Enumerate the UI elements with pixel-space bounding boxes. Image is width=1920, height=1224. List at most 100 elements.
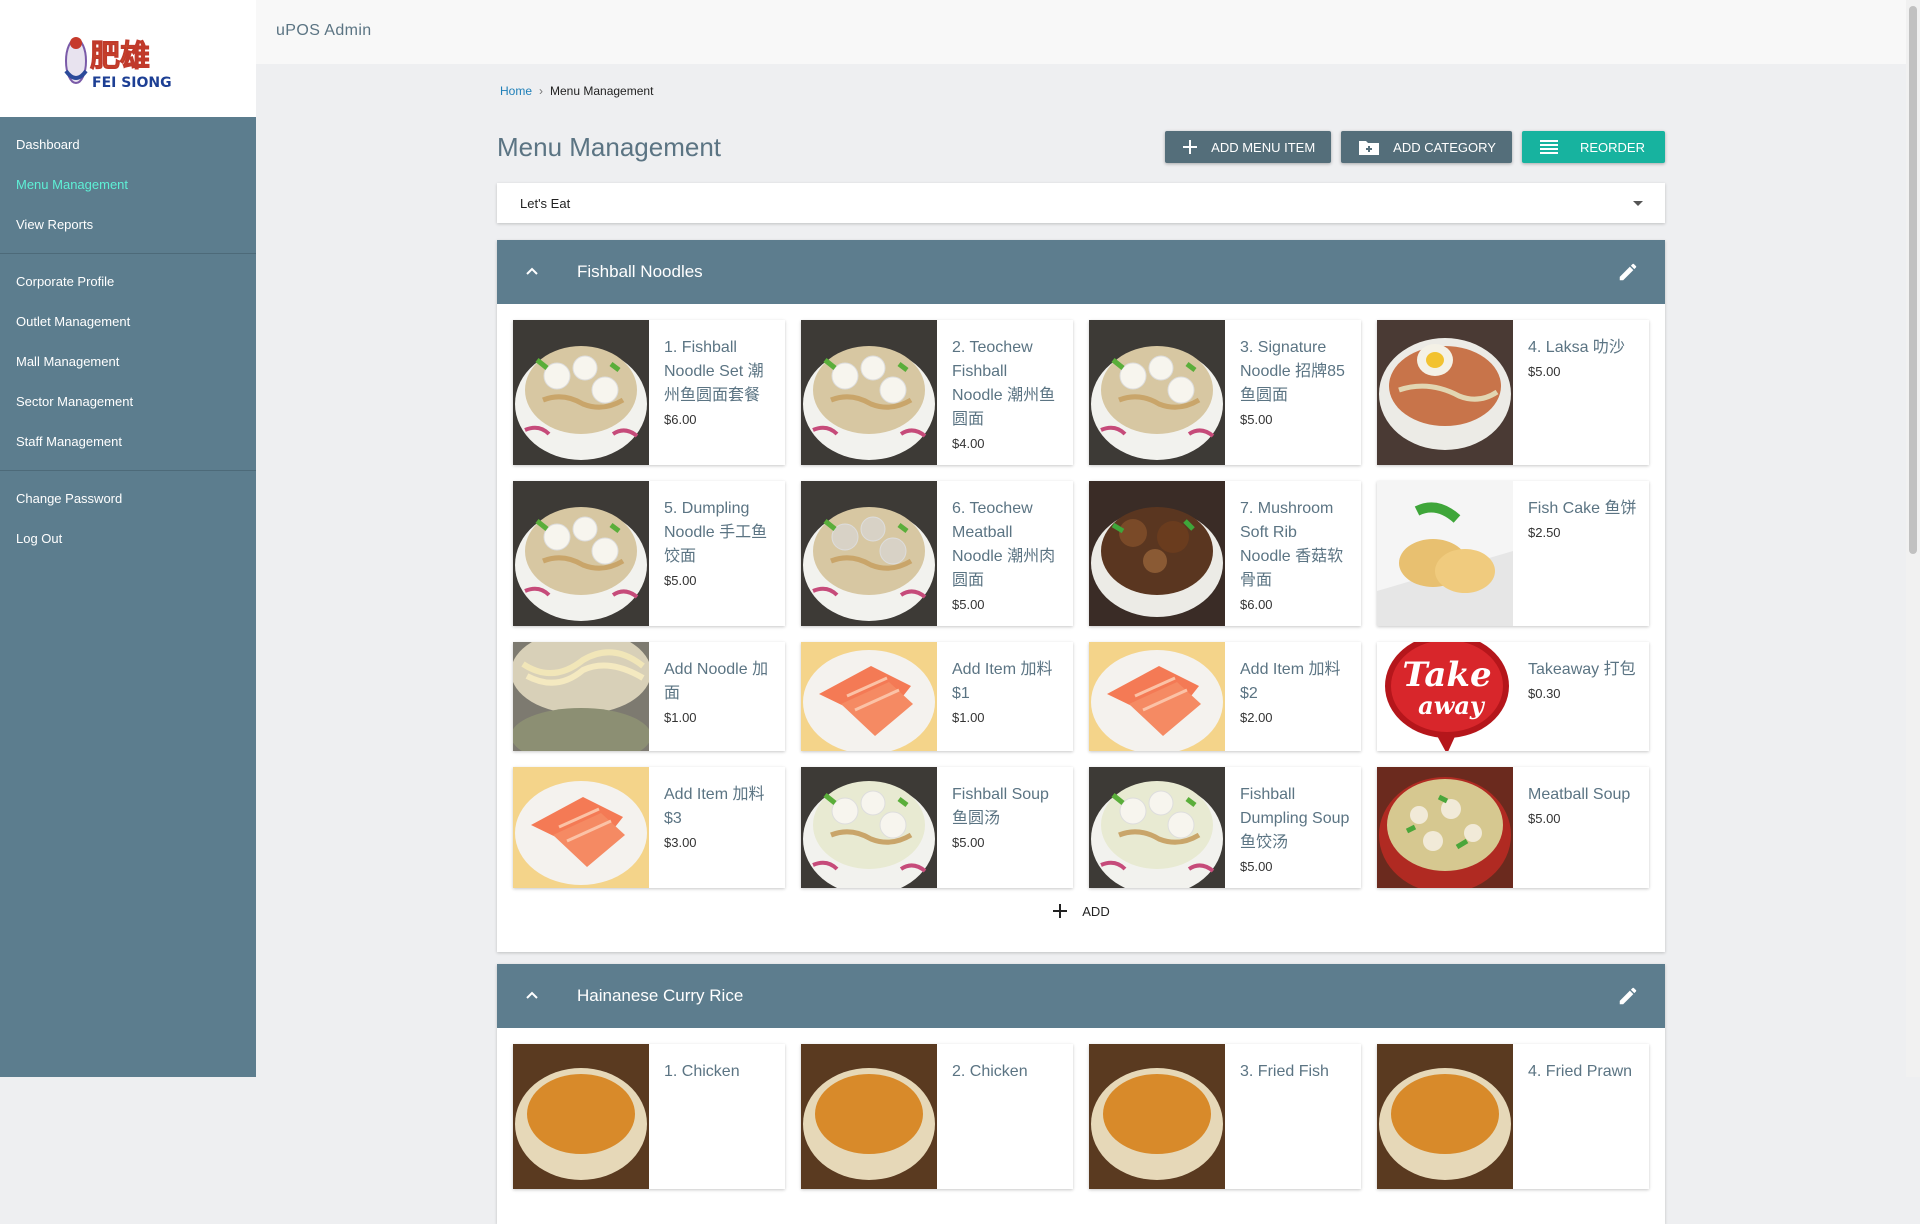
sidebar-item-corporate-profile[interactable]: Corporate Profile (0, 262, 256, 302)
menu-item-text: Add Item 加料 $2 $2.00 (1240, 658, 1350, 728)
menu-item-name: 1. Fishball Noodle Set 潮州鱼圆面套餐 (664, 339, 764, 404)
page-scrollbar[interactable] (1906, 0, 1920, 1077)
svg-text:肥雄: 肥雄 (90, 39, 150, 74)
salmon-image (801, 642, 937, 751)
sidebar-item-view-reports[interactable]: View Reports (0, 205, 256, 245)
menu-item-card[interactable]: 2. Teochew Fishball Noodle 潮州鱼圆面 $4.00 (801, 320, 1073, 465)
chevron-up-icon[interactable] (525, 988, 539, 1002)
menu-item-name: Add Item 加料 $3 (664, 786, 765, 827)
add-menu-item-button[interactable]: ADD MENU ITEM (1165, 131, 1332, 163)
menu-item-name: Fishball Soup 鱼圆汤 (952, 786, 1049, 827)
add-item-button[interactable]: ADD (497, 903, 1665, 919)
menu-item-card[interactable]: Meatball Soup $5.00 (1377, 767, 1649, 888)
sidebar-item-change-password[interactable]: Change Password (0, 479, 256, 519)
menu-item-card[interactable]: Take away Takeaway 打包 $0.30 (1377, 642, 1649, 751)
category-header[interactable]: Fishball Noodles (497, 240, 1665, 304)
menu-item-card[interactable]: 7. Mushroom Soft Rib Noodle 香菇软骨面 $6.00 (1089, 481, 1361, 626)
menu-item-card[interactable]: 2. Chicken (801, 1044, 1073, 1189)
menu-item-text: Fishball Soup 鱼圆汤 $5.00 (952, 783, 1062, 853)
menu-item-card[interactable]: Add Item 加料 $3 $3.00 (513, 767, 785, 888)
fish-cake-image (1377, 481, 1513, 626)
sidebar-item-dashboard[interactable]: Dashboard (0, 125, 256, 165)
page-actions: ADD MENU ITEM ADD CATEGORY REORDER (1165, 131, 1665, 163)
meatball-soup-image (1377, 767, 1513, 888)
sidebar-item-sector-management[interactable]: Sector Management (0, 382, 256, 422)
menu-item-card[interactable]: 6. Teochew Meatball Noodle 潮州肉圆面 $5.00 (801, 481, 1073, 626)
menu-item-name: 3. Fried Fish (1240, 1063, 1329, 1080)
scrollbar-thumb[interactable] (1909, 6, 1917, 554)
menu-item-text: 4. Laksa 叻沙 $5.00 (1528, 336, 1638, 382)
menu-item-name: 7. Mushroom Soft Rib Noodle 香菇软骨面 (1240, 500, 1344, 589)
noodle-bowl-image (801, 320, 937, 465)
edit-pencil-icon[interactable] (1617, 261, 1639, 283)
curry-rice-image (513, 1044, 649, 1189)
menu-item-name: 2. Chicken (952, 1063, 1028, 1080)
menu-item-text: 2. Teochew Fishball Noodle 潮州鱼圆面 $4.00 (952, 336, 1062, 454)
menu-item-name: 1. Chicken (664, 1063, 740, 1080)
menu-item-card[interactable]: Add Noodle 加面 $1.00 (513, 642, 785, 751)
add-category-label: ADD CATEGORY (1393, 139, 1496, 155)
menu-item-price: $0.30 (1528, 686, 1561, 701)
menu-item-name: 6. Teochew Meatball Noodle 潮州肉圆面 (952, 500, 1056, 589)
menu-item-price: $4.00 (952, 436, 985, 451)
menu-select-value: Let's Eat (520, 196, 571, 211)
noodle-bowl-image (1089, 320, 1225, 465)
page-title: Menu Management (497, 132, 722, 162)
menu-item-card[interactable]: 1. Chicken (513, 1044, 785, 1189)
menu-item-name: Add Item 加料 $2 (1240, 661, 1341, 702)
menu-item-name: Takeaway 打包 (1528, 661, 1636, 678)
category-header[interactable]: Hainanese Curry Rice (497, 964, 1665, 1028)
menu-item-card[interactable]: 4. Fried Prawn (1377, 1044, 1649, 1189)
menu-item-price: $5.00 (1528, 811, 1561, 826)
rib-noodle-image (1089, 481, 1225, 626)
menu-item-name: Meatball Soup (1528, 786, 1631, 803)
menu-item-text: Takeaway 打包 $0.30 (1528, 658, 1638, 704)
menu-item-card[interactable]: 1. Fishball Noodle Set 潮州鱼圆面套餐 $6.00 (513, 320, 785, 465)
menu-item-text: Fish Cake 鱼饼 $2.50 (1528, 497, 1638, 543)
sidebar-item-outlet-management[interactable]: Outlet Management (0, 302, 256, 342)
sidebar-item-menu-management[interactable]: Menu Management (0, 165, 256, 205)
menu-item-price: $2.50 (1528, 525, 1561, 540)
menu-item-card[interactable]: Fish Cake 鱼饼 $2.50 (1377, 481, 1649, 626)
breadcrumb-home-link[interactable]: Home (500, 84, 532, 98)
menu-item-text: 3. Fried Fish (1240, 1060, 1350, 1086)
menu-item-name: 4. Fried Prawn (1528, 1063, 1633, 1080)
sidebar-item-staff-management[interactable]: Staff Management (0, 422, 256, 462)
menu-select[interactable]: Let's Eat (497, 183, 1665, 223)
menu-item-text: 5. Dumpling Noodle 手工鱼饺面 $5.00 (664, 497, 774, 591)
curry-rice-image (801, 1044, 937, 1189)
menu-item-card[interactable]: 3. Signature Noodle 招牌85鱼圆面 $5.00 (1089, 320, 1361, 465)
reorder-icon (1539, 140, 1558, 154)
salmon-image (513, 767, 649, 888)
dumpling-soup-image (1089, 767, 1225, 888)
menu-item-text: Add Noodle 加面 $1.00 (664, 658, 774, 728)
menu-item-name: 2. Teochew Fishball Noodle 潮州鱼圆面 (952, 339, 1056, 428)
plus-icon (1183, 140, 1198, 154)
top-bar: uPOS Admin (256, 0, 1906, 64)
menu-item-price: $5.00 (952, 835, 985, 850)
sidebar-item-mall-management[interactable]: Mall Management (0, 342, 256, 382)
dropdown-caret-icon (1633, 201, 1643, 206)
chevron-up-icon[interactable] (525, 264, 539, 278)
menu-item-price: $2.00 (1240, 710, 1273, 725)
sidebar-item-log-out[interactable]: Log Out (0, 519, 256, 559)
takeaway-badge-image: Takeaway (1377, 642, 1513, 751)
menu-item-price: $1.00 (952, 710, 985, 725)
brand-logo[interactable]: 肥雄 FEI SIONG (0, 0, 256, 117)
edit-pencil-icon[interactable] (1617, 985, 1639, 1007)
reorder-button[interactable]: REORDER (1521, 131, 1665, 163)
menu-item-card[interactable]: Add Item 加料 $1 $1.00 (801, 642, 1073, 751)
menu-item-card[interactable]: 4. Laksa 叻沙 $5.00 (1377, 320, 1649, 465)
menu-item-card[interactable]: Add Item 加料 $2 $2.00 (1089, 642, 1361, 751)
menu-item-card[interactable]: Fishball Soup 鱼圆汤 $5.00 (801, 767, 1073, 888)
add-category-button[interactable]: ADD CATEGORY (1341, 131, 1512, 163)
menu-item-card[interactable]: Fishball Dumpling Soup 鱼饺汤 $5.00 (1089, 767, 1361, 888)
menu-item-name: Fishball Dumpling Soup 鱼饺汤 (1240, 786, 1350, 851)
menu-item-price: $5.00 (952, 597, 985, 612)
menu-item-text: Meatball Soup $5.00 (1528, 783, 1638, 829)
menu-item-card[interactable]: 5. Dumpling Noodle 手工鱼饺面 $5.00 (513, 481, 785, 626)
add-menu-item-label: ADD MENU ITEM (1211, 139, 1316, 155)
menu-item-card[interactable]: 3. Fried Fish (1089, 1044, 1361, 1189)
app-title: uPOS Admin (276, 22, 372, 39)
breadcrumb-chevron-icon: › (539, 84, 544, 98)
